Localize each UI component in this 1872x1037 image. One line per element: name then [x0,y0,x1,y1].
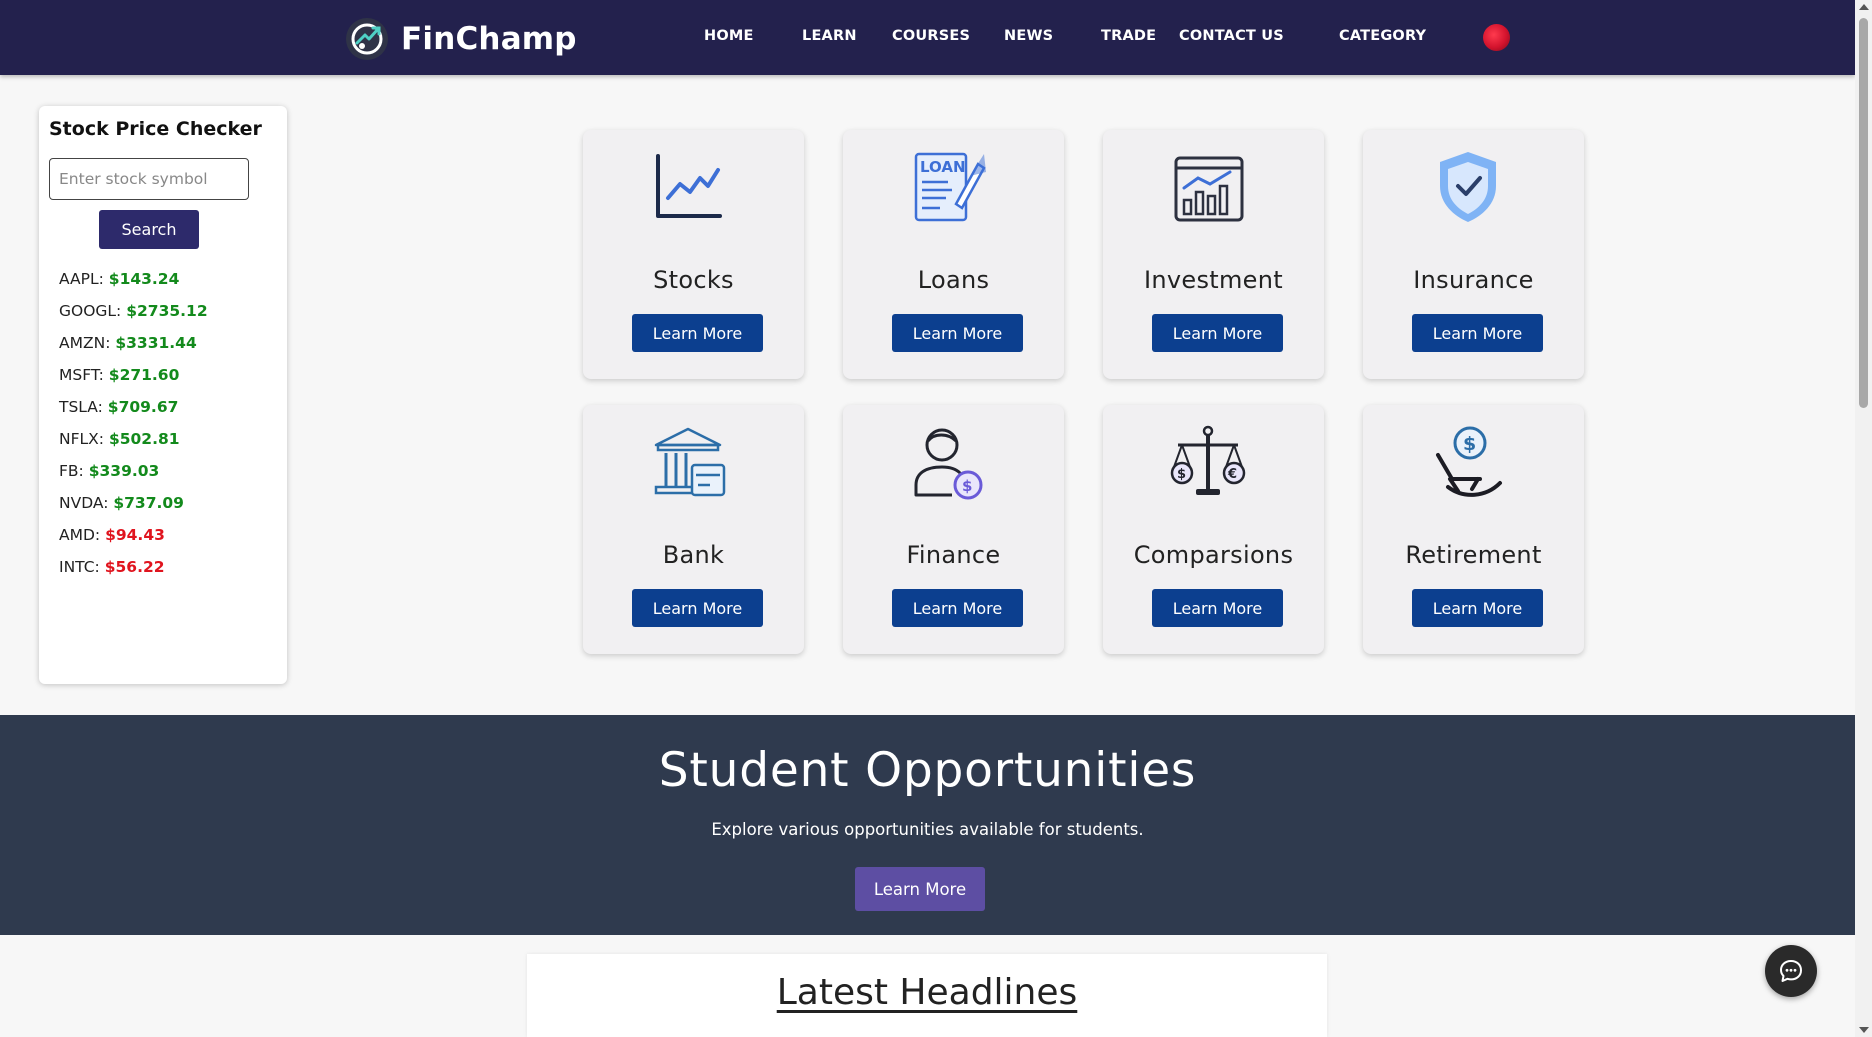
bank-building-icon [654,427,726,497]
card-title: Finance [906,541,1001,569]
shield-check-icon [1440,152,1496,222]
stock-price: $271.60 [108,366,180,384]
learn-more-button[interactable]: Learn More [1412,589,1543,627]
stock-checker-title: Stock Price Checker [49,118,262,140]
chat-bubble-icon [1780,960,1802,982]
stock-symbol: AMZN: [59,334,111,352]
stock-symbol: FB: [59,462,84,480]
nav-learn[interactable]: LEARN [802,28,857,44]
stock-price: $502.81 [108,430,180,448]
stock-symbol: INTC: [59,558,100,576]
nav-courses[interactable]: COURSES [892,28,970,44]
stock-price: $56.22 [104,558,165,576]
stock-item: GOOGL: $2735.12 [59,302,208,334]
card-retirement: $ Retirement Learn More [1363,405,1584,654]
stock-search-button[interactable]: Search [99,210,199,249]
svg-text:$: $ [962,477,972,495]
card-loans: LOAN Loans Learn More [843,130,1064,379]
stock-price: $2735.12 [126,302,208,320]
student-learn-more-button[interactable]: Learn More [855,867,985,911]
headlines-title[interactable]: Latest Headlines [527,972,1327,1013]
scroll-up-arrow[interactable] [1859,4,1869,10]
page-scrollbar[interactable] [1855,0,1872,1037]
stock-price: $3331.44 [115,334,197,352]
stock-price: $94.43 [105,526,165,544]
stock-item: AMD: $94.43 [59,526,208,558]
stock-item: INTC: $56.22 [59,558,208,590]
stock-item: AMZN: $3331.44 [59,334,208,366]
card-title: Loans [917,266,990,294]
latest-headlines-section: Latest Headlines [527,954,1327,1037]
stock-item: FB: $339.03 [59,462,208,494]
stock-item: AAPL: $143.24 [59,270,208,302]
stock-symbol: TSLA: [59,398,103,416]
card-finance: $ Finance Learn More [843,405,1064,654]
nav-category[interactable]: CATEGORY [1339,28,1426,44]
nav-home[interactable]: HOME [704,28,754,44]
scroll-thumb[interactable] [1859,18,1868,408]
user-avatar-icon[interactable] [1483,24,1510,51]
card-comparsions: $ € Comparsions Learn More [1103,405,1324,654]
svg-text:$: $ [1177,467,1186,482]
learn-more-button[interactable]: Learn More [632,314,763,352]
stock-symbol: NFLX: [59,430,104,448]
stock-symbol: NVDA: [59,494,109,512]
learn-more-button[interactable]: Learn More [892,314,1023,352]
card-title: Stocks [653,266,734,294]
svg-text:$: $ [1463,433,1476,455]
stock-price: $143.24 [108,270,180,288]
stock-symbol-input[interactable] [49,158,249,200]
line-chart-icon [656,154,722,218]
chat-button[interactable] [1765,945,1817,997]
card-investment: Investment Learn More [1103,130,1324,379]
stock-price: $339.03 [88,462,160,480]
learn-more-button[interactable]: Learn More [1412,314,1543,352]
card-title: Insurance [1413,266,1534,294]
card-title: Investment [1144,266,1283,294]
stock-item: NVDA: $737.09 [59,494,208,526]
learn-more-button[interactable]: Learn More [892,589,1023,627]
nav-contact-us[interactable]: CONTACT US [1179,28,1284,44]
student-title: Student Opportunities [658,743,1197,798]
stock-price: $709.67 [107,398,179,416]
card-insurance: Insurance Learn More [1363,130,1584,379]
brand-name: FinChamp [401,21,577,57]
svg-text:LOAN: LOAN [920,158,966,176]
learn-more-button[interactable]: Learn More [1152,589,1283,627]
card-title: Retirement [1405,541,1542,569]
loan-document-icon: LOAN [914,152,986,222]
person-dollar-icon: $ [914,428,983,500]
brand-logo[interactable]: FinChamp [345,17,577,61]
card-stocks: Stocks Learn More [583,130,804,379]
nav-news[interactable]: NEWS [1004,28,1053,44]
student-opportunities-section: Student Opportunities Explore various op… [0,715,1855,935]
stock-symbol: AAPL: [59,270,104,288]
stock-symbol: GOOGL: [59,302,122,320]
svg-text:€: € [1227,467,1237,482]
stock-symbol: MSFT: [59,366,104,384]
nav-trade[interactable]: TRADE [1101,28,1156,44]
investment-chart-icon [1174,156,1244,222]
learn-more-button[interactable]: Learn More [632,589,763,627]
card-title: Comparsions [1133,541,1294,569]
card-title: Bank [662,541,725,569]
rocking-chair-dollar-icon: $ [1436,426,1502,497]
card-bank: Bank Learn More [583,405,804,654]
stock-item: MSFT: $271.60 [59,366,208,398]
top-navbar: FinChamp HOME LEARN COURSES NEWS TRADE C… [0,0,1855,75]
finchamp-logo-icon [346,18,388,60]
scroll-down-arrow[interactable] [1859,1027,1869,1033]
stock-price-checker: Stock Price Checker Search AAPL: $143.24… [39,106,287,684]
student-subtitle: Explore various opportunities available … [711,820,1144,839]
balance-scale-icon: $ € [1170,425,1246,495]
stock-symbol: AMD: [59,526,101,544]
stock-item: NFLX: $502.81 [59,430,208,462]
stock-list: AAPL: $143.24 GOOGL: $2735.12 AMZN: $333… [59,270,208,590]
stock-price: $737.09 [113,494,184,512]
stock-item: TSLA: $709.67 [59,398,208,430]
learn-more-button[interactable]: Learn More [1152,314,1283,352]
